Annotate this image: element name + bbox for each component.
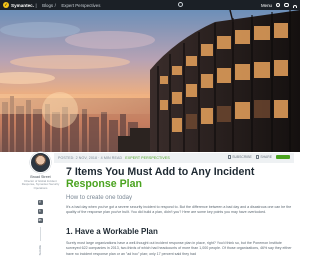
notification-icon[interactable] <box>178 2 183 7</box>
article-title-main: 7 Items You Must Add to Any Incident <box>66 166 255 178</box>
twitter-icon[interactable]: t <box>37 209 43 214</box>
post-meta-bar: POSTED: 2 NOV, 2018 · 4 MIN READ EXPERT … <box>54 153 294 163</box>
author-title: Director of Global Incident Response, Sy… <box>21 179 60 190</box>
bookmark-pill[interactable] <box>276 155 290 159</box>
hero-image <box>0 10 300 152</box>
brand-name[interactable]: Symantec. <box>11 3 34 8</box>
globe-icon[interactable] <box>284 2 289 8</box>
share-icon <box>255 155 260 159</box>
meta-actions: SUBSCRIBE SHARE <box>227 155 290 159</box>
share-label: SHARE <box>260 155 272 159</box>
user-icon[interactable] <box>292 4 297 8</box>
article-title-accent: Response Plan <box>66 178 142 190</box>
author-avatar[interactable] <box>30 152 51 173</box>
breadcrumb-expert-perspectives[interactable]: Expert Perspectives <box>61 3 100 8</box>
article-title: 7 Items You Must Add to Any Incident Res… <box>66 166 296 190</box>
share-vertical-label: SHARE <box>38 245 42 256</box>
read-time: 4 MIN READ <box>100 156 123 160</box>
article-subtitle: How to create one today <box>66 194 133 201</box>
linkedin-icon[interactable]: in <box>37 218 43 223</box>
bell-icon <box>227 155 232 159</box>
facebook-icon[interactable]: f <box>37 200 43 205</box>
subscribe-button[interactable]: SUBSCRIBE <box>227 155 252 159</box>
breadcrumb-blogs[interactable]: Blogs <box>42 3 53 8</box>
symantec-logo-icon[interactable]: ✓ <box>3 2 9 8</box>
city-skyline-illustration <box>0 10 300 152</box>
share-button[interactable]: SHARE <box>255 155 272 159</box>
intro-paragraph: It's a bad day when you've got a severe … <box>66 205 292 215</box>
nav-actions: Menu <box>261 0 297 10</box>
menu-button[interactable]: Menu <box>261 3 272 8</box>
post-date: POSTED: 2 NOV, 2018 <box>58 156 98 160</box>
body-paragraph: Surely most large organizations have a w… <box>66 241 292 256</box>
subscribe-label: SUBSCRIBE <box>232 155 252 159</box>
breadcrumb-separator: | <box>35 2 37 8</box>
section-heading: 1. Have a Workable Plan <box>66 227 158 236</box>
search-icon[interactable] <box>276 3 280 7</box>
category-link[interactable]: EXPERT PERSPECTIVES <box>125 156 170 160</box>
share-column: f t in SHARE <box>36 200 44 255</box>
share-divider <box>39 227 41 241</box>
top-nav: ✓ Symantec. | Blogs / Expert Perspective… <box>0 0 300 10</box>
breadcrumb-separator: / <box>54 2 56 8</box>
